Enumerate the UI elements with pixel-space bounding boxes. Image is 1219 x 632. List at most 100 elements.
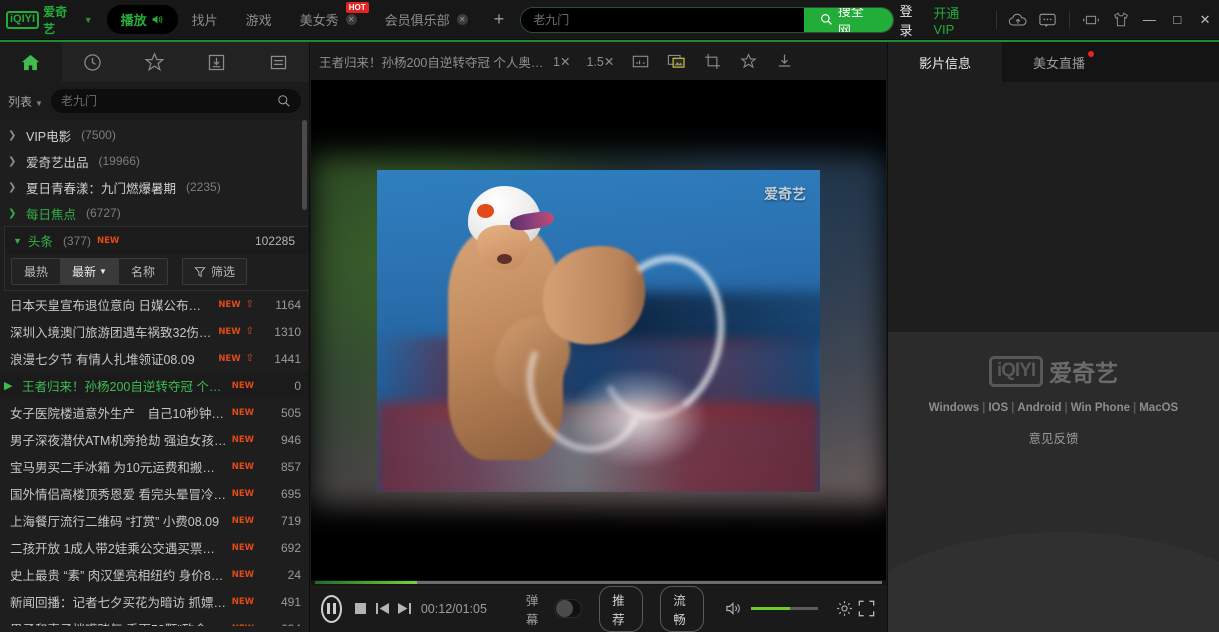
recommend-button[interactable]: 推荐: [599, 585, 644, 632]
volume-control: [725, 601, 819, 616]
list-item[interactable]: 上海餐厅流行二维码 “打赏” 小费08.09 NEW 719: [0, 507, 309, 534]
volume-icon[interactable]: [725, 601, 744, 616]
stop-button[interactable]: [351, 592, 370, 626]
list-item[interactable]: 宝马男买二手冰箱 为10元运费和搬运工... NEW 857: [0, 453, 309, 480]
progress-bar[interactable]: [311, 580, 886, 585]
tab-play[interactable]: 播放: [106, 5, 178, 34]
sort-options: 最热 最新 ▼ 名称: [11, 258, 168, 285]
tab-vip-club[interactable]: 会员俱乐部 ✕: [371, 5, 482, 34]
tab-games[interactable]: 游戏: [232, 5, 286, 34]
settings-button[interactable]: [835, 592, 854, 626]
list-item-count: 1310: [274, 324, 301, 339]
list-item[interactable]: 浪漫七夕节 有情人扎堆领证08.09 NEW ⇧ 1441: [0, 345, 309, 372]
clock-icon: [83, 53, 102, 72]
volume-slider[interactable]: [751, 607, 819, 610]
time-display: 00:12/01:05: [420, 601, 487, 616]
search-icon[interactable]: [277, 94, 291, 108]
feedback-link[interactable]: 意见反馈: [1028, 428, 1078, 447]
tab-movie-info[interactable]: 影片信息: [888, 42, 1002, 82]
chevron-right-icon: ❯: [8, 129, 17, 141]
screenshot-icon[interactable]: [659, 42, 693, 80]
video-list[interactable]: 日本天皇宣布退位意向 日媒公布讲话全... NEW ⇧ 1164 深圳入境澳门旅…: [0, 291, 309, 626]
fullscreen-button[interactable]: [857, 592, 876, 626]
tree-node-label: VIP电影: [26, 129, 72, 144]
filter-button[interactable]: 筛选: [181, 258, 247, 285]
open-vip-link[interactable]: 开通VIP: [931, 3, 990, 37]
danmaku-toggle[interactable]: [554, 599, 583, 618]
list-item[interactable]: 男子深夜潜伏ATM机旁抢劫 强迫女孩脱... NEW 946: [0, 426, 309, 453]
subgroup-header[interactable]: ▼ 头条 (377) NEW 102285: [5, 227, 309, 254]
sort-name[interactable]: 名称: [118, 259, 167, 284]
sidebar-search-input[interactable]: [60, 94, 277, 108]
list-item[interactable]: 新闻回播：记者七夕买花为暗访 抓嫖被... NEW 491: [0, 588, 309, 615]
window-close-button[interactable]: ✕: [1191, 0, 1219, 40]
platform-ios[interactable]: IOS: [985, 402, 1011, 414]
sidebar-tab-menu[interactable]: [247, 42, 309, 82]
tab-live-beauty-label: 美女直播: [1032, 55, 1085, 71]
platform-macos[interactable]: MacOS: [1136, 402, 1181, 414]
tree-node-summer-youth[interactable]: ❯ 夏日青春漾：九门燃爆暑期 (2235): [0, 174, 309, 200]
sidebar-tab-favorites[interactable]: [124, 42, 186, 82]
sort-newest[interactable]: 最新 ▼: [60, 259, 119, 284]
speaker-icon: [151, 13, 164, 26]
tree-node-vip-movies[interactable]: ❯ VIP电影 (7500): [0, 122, 309, 148]
app-logo[interactable]: iQIYI 爱奇艺 ▼: [0, 3, 93, 37]
iqiyi-logo-text: 爱奇艺: [1049, 360, 1119, 386]
close-icon[interactable]: ✕: [456, 14, 468, 25]
sort-hottest[interactable]: 最热: [12, 259, 61, 284]
video-stage[interactable]: 爱奇艺: [311, 80, 886, 580]
new-badge: NEW: [231, 488, 254, 499]
list-item[interactable]: 深圳入境澳门旅游团遇车祸致32伤 肇... NEW ⇧ 1310: [0, 318, 309, 345]
list-item[interactable]: 国外情侣高楼顶秀恩爱 看完头晕冒冷汗0... NEW 695: [0, 480, 309, 507]
cast-screen-icon[interactable]: [1076, 0, 1106, 40]
previous-button[interactable]: [373, 592, 392, 626]
download-icon[interactable]: [767, 42, 801, 80]
next-button[interactable]: [395, 592, 414, 626]
sidebar-tab-history[interactable]: [62, 42, 124, 82]
sidebar-tab-downloads[interactable]: [185, 42, 247, 82]
list-item-count: 946: [280, 432, 301, 447]
speed-1-5x-button[interactable]: 1.5✕: [579, 54, 621, 69]
new-badge: NEW: [231, 569, 254, 580]
list-item-count: 692: [280, 540, 301, 555]
list-item-title: 男子深夜潜伏ATM机旁抢劫 强迫女孩脱...: [10, 434, 227, 448]
close-icon[interactable]: ✕: [345, 14, 357, 25]
list-item[interactable]: 女子医院楼道意外生产 自己10秒钟完成... NEW 505: [0, 399, 309, 426]
skin-theme-icon[interactable]: [1106, 0, 1136, 40]
pause-icon: [327, 603, 337, 614]
new-badge: NEW: [218, 353, 241, 364]
login-link[interactable]: 登录: [894, 1, 932, 39]
star-icon[interactable]: [731, 42, 765, 80]
list-mode-dropdown[interactable]: 列表 ▼: [8, 93, 43, 110]
tree-node-iqiyi-originals[interactable]: ❯ 爱奇艺出品 (19966): [0, 148, 309, 174]
new-badge: NEW: [231, 542, 254, 553]
speed-1x-button[interactable]: 1✕: [546, 54, 577, 69]
platform-android[interactable]: Android: [1014, 402, 1064, 414]
platform-windows[interactable]: Windows: [926, 402, 982, 414]
tab-beauty-show[interactable]: HOT 美女秀 ✕: [286, 2, 371, 34]
progress-track[interactable]: [315, 581, 882, 584]
list-item[interactable]: 男子和妻子拌嘴赌气 丢下58颗"致命相思... NEW 634: [0, 615, 309, 627]
add-tab-button[interactable]: +: [482, 9, 517, 30]
list-item[interactable]: 史上最贵 “素” 肉汉堡亮相纽约 身价800... NEW 24: [0, 561, 309, 588]
list-item[interactable]: 日本天皇宣布退位意向 日媒公布讲话全... NEW ⇧ 1164: [0, 291, 309, 318]
tab-find-videos[interactable]: 找片: [178, 5, 232, 34]
pause-button[interactable]: [321, 594, 343, 623]
sidebar-tab-home[interactable]: [0, 42, 62, 82]
list-item[interactable]: 二孩开放 1成人带2娃乘公交遇买票尴尬0... NEW 692: [0, 534, 309, 561]
search-input[interactable]: [521, 7, 804, 32]
tree-node-daily-focus[interactable]: ❯ 每日焦点 (6727): [0, 200, 309, 226]
search-button[interactable]: 搜全网: [803, 7, 893, 32]
sidebar-scrollbar[interactable]: [302, 120, 307, 210]
window-maximize-button[interactable]: □: [1163, 0, 1191, 40]
list-item-now-playing[interactable]: ▶ 王者归来！孙杨200自逆转夺冠 个人奥运... NEW 0: [0, 372, 309, 399]
tab-live-beauty[interactable]: 美女直播: [1002, 42, 1116, 82]
chevron-down-icon[interactable]: ▼: [84, 15, 93, 25]
quality-button[interactable]: 流畅: [660, 585, 705, 632]
message-icon[interactable]: [1033, 0, 1063, 40]
window-minimize-button[interactable]: —: [1135, 0, 1163, 40]
crop-icon[interactable]: [695, 42, 729, 80]
platform-winphone[interactable]: Win Phone: [1068, 402, 1133, 414]
cloud-upload-icon[interactable]: [1003, 0, 1033, 40]
subtitle-icon[interactable]: [623, 42, 657, 80]
